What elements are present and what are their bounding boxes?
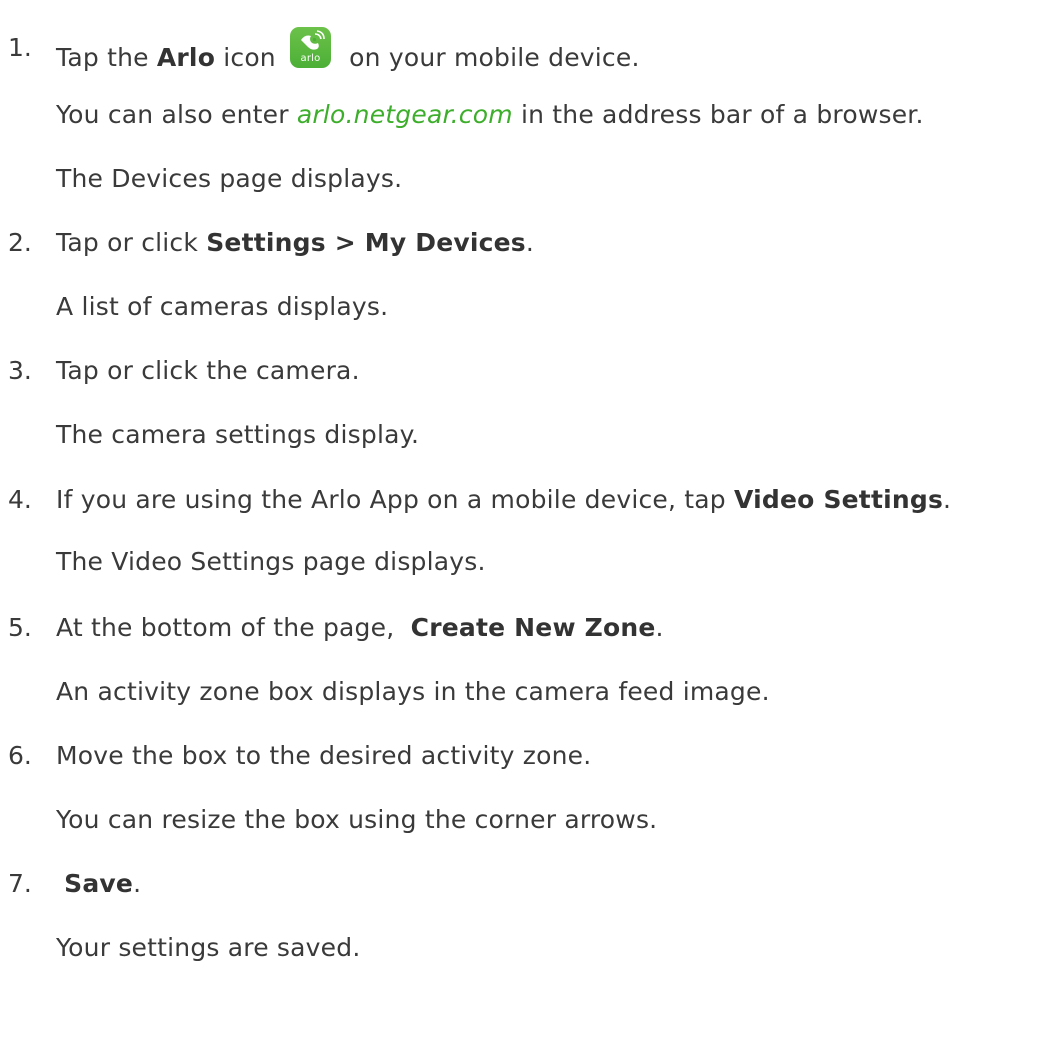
step-instruction: Move the box to the desired activity zon…	[56, 741, 592, 770]
step-number: 6.	[8, 741, 32, 770]
create-new-zone-label: Create New Zone	[410, 613, 656, 642]
step-number: 3.	[8, 356, 32, 385]
step-number: 4.	[8, 485, 32, 514]
step-number: 7.	[8, 869, 32, 898]
step-note: Your settings are saved.	[56, 933, 361, 962]
step-number: 5.	[8, 613, 32, 642]
step-note: The Video Settings page displays.	[56, 547, 486, 576]
step-instruction: If you are using the Arlo App on a mobil…	[56, 485, 952, 514]
svg-text:arlo: arlo	[301, 53, 321, 64]
app-name: Arlo	[156, 43, 216, 72]
step-note: You can resize the box using the corner …	[56, 805, 658, 834]
step-note: The camera settings display.	[56, 420, 420, 449]
step-note: You can also enter arlo.netgear.com in t…	[56, 100, 924, 129]
step-instruction: At the bottom of the page, Create New Zo…	[56, 613, 664, 642]
instruction-page: 1. Tap the Arlo icon arlo on your mobile…	[0, 0, 1040, 1055]
step-instruction: Save.	[64, 869, 142, 898]
arlo-app-icon[interactable]: arlo	[290, 27, 332, 68]
menu-path: Settings > My Devices	[206, 228, 526, 257]
step-number: 1.	[8, 33, 32, 62]
step-note: An activity zone box displays in the cam…	[56, 677, 770, 706]
video-settings-label: Video Settings	[734, 485, 944, 514]
save-label: Save	[64, 869, 134, 898]
arlo-website-link[interactable]: arlo.netgear.com	[297, 100, 513, 129]
step-instruction: Tap or click the camera.	[56, 356, 360, 385]
step-instruction: Tap the Arlo icon arlo on your mobile de…	[56, 27, 640, 75]
step-number: 2.	[8, 228, 32, 257]
step-instruction: Tap or click Settings > My Devices.	[56, 228, 535, 257]
step-note: A list of cameras displays.	[56, 292, 389, 321]
step-note: The Devices page displays.	[56, 164, 403, 193]
